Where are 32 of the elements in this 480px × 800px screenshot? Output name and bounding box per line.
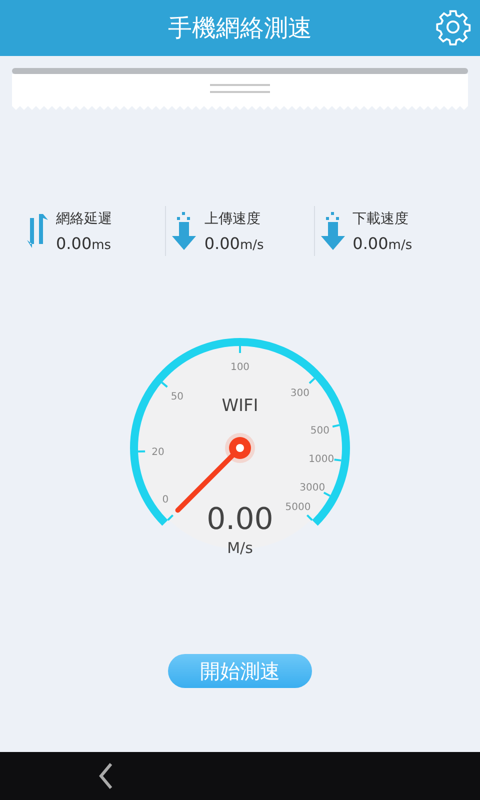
app-title: 手機網絡測速 xyxy=(168,13,312,44)
start-test-button[interactable]: 開始測速 xyxy=(168,654,312,688)
stat-label: 下載速度 xyxy=(352,210,410,228)
tick-mark xyxy=(308,378,316,384)
tick-mark xyxy=(161,382,168,388)
speed-reading: 0.00 xyxy=(206,502,274,537)
stat-value: 0.00m/s xyxy=(204,234,264,252)
tick-mark xyxy=(239,346,241,353)
scale-label: 300 xyxy=(290,388,310,400)
tick-mark xyxy=(138,450,146,453)
scale-label: 50 xyxy=(170,391,184,402)
tick-mark xyxy=(334,458,342,462)
tick-mark xyxy=(167,514,174,521)
stat-label: 網絡延遲 xyxy=(56,210,112,228)
scale-label: 1000 xyxy=(308,454,334,465)
speed-unit: M/s xyxy=(227,539,253,557)
scale-label: 0 xyxy=(162,494,169,506)
stat-value: 0.00ms xyxy=(56,234,112,252)
tick-mark xyxy=(332,424,340,428)
network-type: WIFI xyxy=(222,396,258,416)
scale-label: 500 xyxy=(310,426,330,437)
download-arrow-icon xyxy=(320,210,345,252)
scale-label: 3000 xyxy=(300,482,326,494)
tick-mark xyxy=(306,514,313,521)
settings-icon[interactable] xyxy=(434,8,472,46)
stat-label: 上傳速度 xyxy=(204,210,262,228)
stat-value: 0.00m/s xyxy=(352,234,412,252)
upload-arrow-icon xyxy=(172,210,196,252)
tick-mark xyxy=(323,492,331,497)
scale-label: 20 xyxy=(152,446,164,458)
scale-label: 5000 xyxy=(285,502,311,513)
scale-label: 100 xyxy=(230,362,250,373)
